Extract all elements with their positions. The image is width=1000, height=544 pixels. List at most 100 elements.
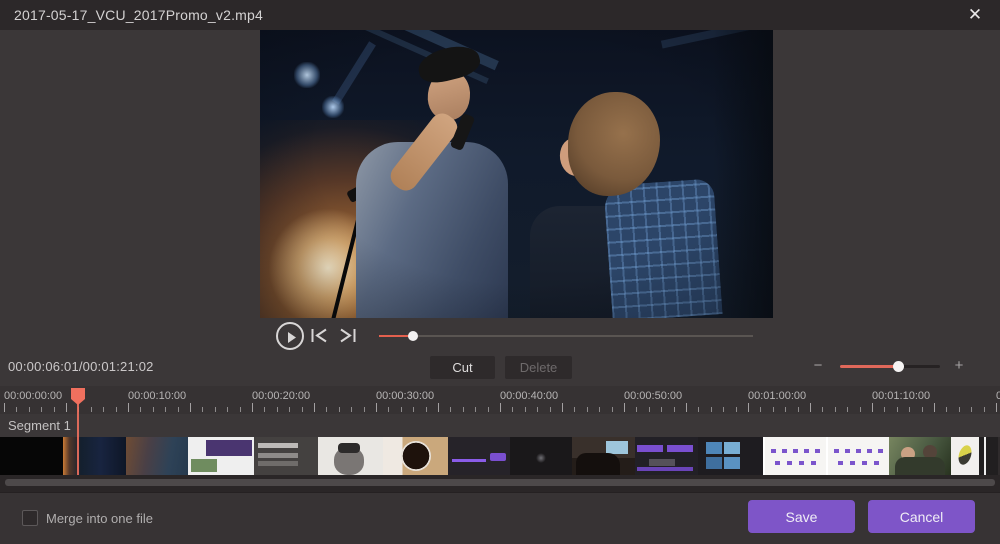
ruler-tick xyxy=(612,407,613,412)
ruler-tick xyxy=(4,403,5,412)
file-name-title: 2017-05-17_VCU_2017Promo_v2.mp4 xyxy=(14,7,263,23)
ruler-tick xyxy=(512,407,513,412)
ruler-tick xyxy=(91,407,92,412)
filmstrip-thumbnail-purpleprog[interactable] xyxy=(448,437,510,475)
horizontal-scrollbar[interactable] xyxy=(5,479,995,486)
filmstrip-thumbnail-dim[interactable] xyxy=(510,437,572,475)
seek-thumb[interactable] xyxy=(408,331,418,341)
ruler-tick xyxy=(661,407,662,412)
ruler-tick xyxy=(289,407,290,412)
ruler-tick xyxy=(760,407,761,412)
delete-button[interactable]: Delete xyxy=(505,356,572,379)
ruler-tick xyxy=(959,407,960,412)
ruler-tick xyxy=(574,407,575,412)
ruler-tick xyxy=(537,407,538,412)
ruler-tick xyxy=(909,407,910,412)
ruler-tick xyxy=(426,407,427,412)
ruler-tick xyxy=(128,403,129,412)
ruler-tick xyxy=(339,407,340,412)
footer-bar: Merge into one file Save Cancel xyxy=(0,492,1000,544)
ruler-timestamp: 00:01:10:00 xyxy=(872,390,930,402)
ruler-tick xyxy=(946,407,947,412)
play-button[interactable] xyxy=(276,322,304,350)
ruler-tick xyxy=(810,403,811,412)
playhead-handle[interactable] xyxy=(71,388,85,399)
ruler-tick xyxy=(277,407,278,412)
segment-label: Segment 1 xyxy=(8,418,71,433)
cancel-button[interactable]: Cancel xyxy=(868,500,975,533)
filmstrip-thumbnail-webpage[interactable] xyxy=(188,437,254,475)
ruler-tick xyxy=(599,407,600,412)
time-display: 00:00:06:01/00:01:21:02 xyxy=(8,359,154,374)
timeline-zoom-fill xyxy=(840,365,898,368)
filmstrip-thumbnail-editor[interactable] xyxy=(635,437,698,475)
seek-track[interactable] xyxy=(379,335,753,337)
filmstrip-thumbnail-videotext[interactable] xyxy=(826,437,889,475)
zoom-out-icon[interactable]: − xyxy=(811,357,825,374)
ruler-tick xyxy=(624,403,625,412)
ruler-tick xyxy=(16,407,17,412)
ruler-tick xyxy=(326,407,327,412)
ruler-tick xyxy=(785,407,786,412)
video-vignette xyxy=(260,30,773,318)
filmstrip-thumbnail-black[interactable] xyxy=(0,437,63,475)
ruler-tick xyxy=(351,407,352,412)
filmstrip-thumbnail-darkend[interactable] xyxy=(979,437,998,475)
filmstrip-thumbnail-concert[interactable] xyxy=(63,437,126,475)
ruler-timestamp: 00:00:20:00 xyxy=(252,390,310,402)
ruler-tick xyxy=(736,407,737,412)
ruler-tick xyxy=(934,403,935,412)
ruler-tick xyxy=(698,407,699,412)
cut-button[interactable]: Cut xyxy=(430,356,495,379)
video-preview[interactable] xyxy=(260,30,773,318)
ruler-tick xyxy=(450,407,451,412)
ruler-tick xyxy=(835,407,836,412)
trim-dialog: 2017-05-17_VCU_2017Promo_v2.mp4 ✕ xyxy=(0,0,1000,544)
segment-row: Segment 1 xyxy=(0,414,1000,437)
filmstrip-thumbnail-logowhite[interactable] xyxy=(951,437,979,475)
ruler-tick xyxy=(463,407,464,412)
ruler-tick xyxy=(984,407,985,412)
skip-previous-icon[interactable] xyxy=(310,328,328,343)
ruler-tick xyxy=(525,407,526,412)
filmstrip-thumbnail-coffee[interactable] xyxy=(383,437,448,475)
ruler-tick xyxy=(475,407,476,412)
filmstrip[interactable] xyxy=(0,437,1000,475)
filmstrip-thumbnail-grayui[interactable] xyxy=(254,437,318,475)
merge-checkbox[interactable] xyxy=(22,510,38,526)
ruler-tick xyxy=(240,407,241,412)
ruler-tick xyxy=(500,403,501,412)
scroll-zone xyxy=(0,475,1000,492)
ruler-tick xyxy=(798,407,799,412)
ruler-tick xyxy=(66,403,67,412)
save-button[interactable]: Save xyxy=(748,500,855,533)
ruler-tick xyxy=(822,407,823,412)
filmstrip-thumbnail-familytv[interactable] xyxy=(572,437,635,475)
ruler-tick xyxy=(922,407,923,412)
skip-next-icon[interactable] xyxy=(339,328,357,343)
seek-slider[interactable] xyxy=(379,330,753,342)
filmstrip-thumbnail-outdoor[interactable] xyxy=(889,437,951,475)
ruler-tick xyxy=(884,407,885,412)
ruler-tick xyxy=(29,407,30,412)
filmstrip-thumbnail-desk[interactable] xyxy=(126,437,188,475)
timeline-ruler[interactable]: 00:00:00:0000:00:10:0000:00:20:0000:00:3… xyxy=(0,386,1000,414)
ruler-timestamp: 00:00:30:00 xyxy=(376,390,434,402)
ruler-tick xyxy=(376,403,377,412)
ruler-tick xyxy=(41,407,42,412)
ruler-tick xyxy=(302,407,303,412)
ruler-tick xyxy=(860,407,861,412)
ruler-tick xyxy=(686,403,687,412)
ruler-tick xyxy=(723,407,724,412)
close-icon[interactable]: ✕ xyxy=(962,3,988,27)
filmstrip-thumbnail-vr[interactable] xyxy=(318,437,383,475)
ruler-tick xyxy=(562,403,563,412)
filmstrip-thumbnail-videotext[interactable] xyxy=(763,437,826,475)
ruler-tick xyxy=(215,407,216,412)
filmstrip-thumbnail-grid[interactable] xyxy=(698,437,763,475)
ruler-tick xyxy=(103,407,104,412)
merge-label: Merge into one file xyxy=(46,511,153,526)
timeline-zoom-thumb[interactable] xyxy=(893,361,904,372)
zoom-in-icon[interactable]: + xyxy=(952,357,966,374)
ruler-tick xyxy=(388,407,389,412)
